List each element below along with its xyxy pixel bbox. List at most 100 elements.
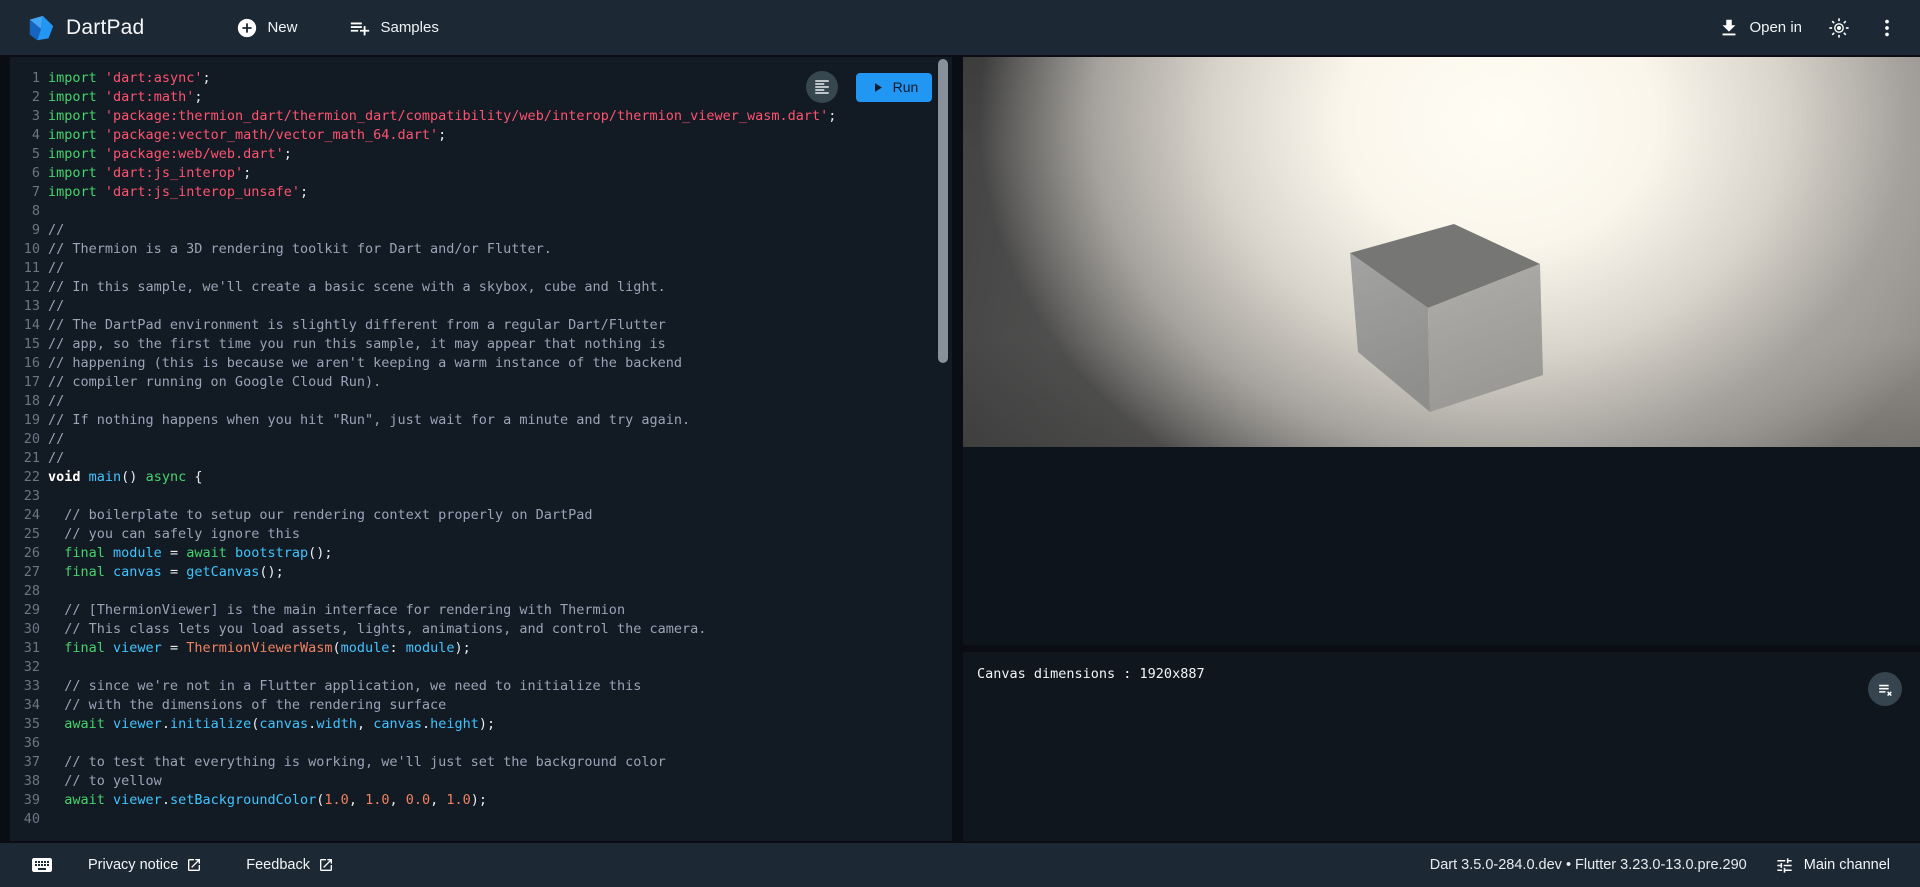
code-line[interactable]: 4import 'package:vector_math/vector_math…: [10, 126, 940, 145]
output-pane: Canvas dimensions : 1920x887: [963, 57, 1920, 841]
line-number: 27: [10, 563, 40, 582]
editor-scrollbar[interactable]: [938, 59, 948, 363]
code-line[interactable]: 40: [10, 810, 940, 829]
code-line[interactable]: 16// happening (this is because we aren'…: [10, 354, 940, 373]
keyboard-icon: [30, 853, 54, 877]
clear-console-icon: [1876, 680, 1895, 699]
keyboard-shortcuts-button[interactable]: [30, 853, 54, 877]
line-number: 3: [10, 107, 40, 126]
line-number: 24: [10, 506, 40, 525]
code-line[interactable]: 14// The DartPad environment is slightly…: [10, 316, 940, 335]
code-line[interactable]: 35 await viewer.initialize(canvas.width,…: [10, 715, 940, 734]
code-editor[interactable]: 1import 'dart:async';2import 'dart:math'…: [10, 57, 952, 841]
line-number: 11: [10, 259, 40, 278]
line-number: 28: [10, 582, 40, 601]
code-line[interactable]: 30 // This class lets you load assets, l…: [10, 620, 940, 639]
code-line[interactable]: 9//: [10, 221, 940, 240]
code-line[interactable]: 37 // to test that everything is working…: [10, 753, 940, 772]
line-number: 9: [10, 221, 40, 240]
code-line[interactable]: 33 // since we're not in a Flutter appli…: [10, 677, 940, 696]
code-line[interactable]: 7import 'dart:js_interop_unsafe';: [10, 183, 940, 202]
line-number: 13: [10, 297, 40, 316]
line-number: 12: [10, 278, 40, 297]
privacy-notice-link[interactable]: Privacy notice: [88, 857, 202, 873]
code-line[interactable]: 23: [10, 487, 940, 506]
channel-label: Main channel: [1804, 857, 1890, 873]
dartpad-logo: [26, 13, 56, 43]
code-line[interactable]: 22void main() async {: [10, 468, 940, 487]
line-number: 6: [10, 164, 40, 183]
line-number: 29: [10, 601, 40, 620]
code-line[interactable]: 17// compiler running on Google Cloud Ru…: [10, 373, 940, 392]
line-number: 16: [10, 354, 40, 373]
code-line[interactable]: 19// If nothing happens when you hit "Ru…: [10, 411, 940, 430]
code-line[interactable]: 26 final module = await bootstrap();: [10, 544, 940, 563]
code-line[interactable]: 28: [10, 582, 940, 601]
feedback-link[interactable]: Feedback: [246, 857, 334, 873]
code-line[interactable]: 38 // to yellow: [10, 772, 940, 791]
code-line[interactable]: 1import 'dart:async';: [10, 69, 940, 88]
line-number: 31: [10, 639, 40, 658]
code-line[interactable]: 5import 'package:web/web.dart';: [10, 145, 940, 164]
line-number: 32: [10, 658, 40, 677]
clear-console-button[interactable]: [1868, 672, 1902, 706]
code-lines[interactable]: 1import 'dart:async';2import 'dart:math'…: [10, 69, 940, 829]
code-line[interactable]: 10// Thermion is a 3D rendering toolkit …: [10, 240, 940, 259]
line-number: 37: [10, 753, 40, 772]
brightness-toggle-button[interactable]: [1828, 17, 1850, 39]
run-button-label: Run: [893, 79, 919, 95]
line-number: 2: [10, 88, 40, 107]
code-line[interactable]: 32: [10, 658, 940, 677]
code-line[interactable]: 8: [10, 202, 940, 221]
code-line[interactable]: 24 // boilerplate to setup our rendering…: [10, 506, 940, 525]
code-line[interactable]: 2import 'dart:math';: [10, 88, 940, 107]
line-number: 34: [10, 696, 40, 715]
code-line[interactable]: 34 // with the dimensions of the renderi…: [10, 696, 940, 715]
header-actions: Open in: [1718, 17, 1898, 39]
feedback-label: Feedback: [246, 857, 310, 873]
overflow-menu-button[interactable]: [1876, 17, 1898, 39]
code-line[interactable]: 39 await viewer.setBackgroundColor(1.0, …: [10, 791, 940, 810]
line-number: 15: [10, 335, 40, 354]
code-line[interactable]: 18//: [10, 392, 940, 411]
code-line[interactable]: 6import 'dart:js_interop';: [10, 164, 940, 183]
line-number: 21: [10, 449, 40, 468]
code-line[interactable]: 21//: [10, 449, 940, 468]
code-line[interactable]: 15// app, so the first time you run this…: [10, 335, 940, 354]
render-canvas[interactable]: [963, 57, 1920, 447]
code-line[interactable]: 3import 'package:thermion_dart/thermion_…: [10, 107, 940, 126]
line-number: 8: [10, 202, 40, 221]
open-in-label: Open in: [1749, 19, 1802, 36]
code-line[interactable]: 12// In this sample, we'll create a basi…: [10, 278, 940, 297]
privacy-notice-label: Privacy notice: [88, 857, 178, 873]
line-number: 26: [10, 544, 40, 563]
brightness-icon: [1828, 17, 1850, 39]
code-line[interactable]: 31 final viewer = ThermionViewerWasm(mod…: [10, 639, 940, 658]
line-number: 5: [10, 145, 40, 164]
app-header: DartPad New Samples Open in: [0, 0, 1920, 55]
code-line[interactable]: 25 // you can safely ignore this: [10, 525, 940, 544]
line-number: 14: [10, 316, 40, 335]
code-line[interactable]: 13//: [10, 297, 940, 316]
line-number: 4: [10, 126, 40, 145]
code-line[interactable]: 36: [10, 734, 940, 753]
status-right: Dart 3.5.0-284.0.dev • Flutter 3.23.0-13…: [1430, 856, 1890, 875]
code-line[interactable]: 27 final canvas = getCanvas();: [10, 563, 940, 582]
external-link-icon: [318, 857, 334, 873]
samples-button-label: Samples: [380, 19, 438, 36]
console-panel: Canvas dimensions : 1920x887: [963, 652, 1920, 841]
new-button[interactable]: New: [236, 17, 297, 39]
version-info: Dart 3.5.0-284.0.dev • Flutter 3.23.0-13…: [1430, 857, 1747, 873]
open-in-button[interactable]: Open in: [1718, 17, 1802, 39]
code-line[interactable]: 29 // [ThermionViewer] is the main inter…: [10, 601, 940, 620]
format-button[interactable]: [806, 71, 838, 103]
code-line[interactable]: 20//: [10, 430, 940, 449]
channel-selector-button[interactable]: Main channel: [1775, 856, 1890, 875]
run-button[interactable]: Run: [856, 73, 932, 102]
line-number: 30: [10, 620, 40, 639]
app-title: DartPad: [66, 16, 144, 40]
line-number: 1: [10, 69, 40, 88]
samples-button[interactable]: Samples: [349, 17, 438, 39]
code-line[interactable]: 11//: [10, 259, 940, 278]
line-number: 10: [10, 240, 40, 259]
